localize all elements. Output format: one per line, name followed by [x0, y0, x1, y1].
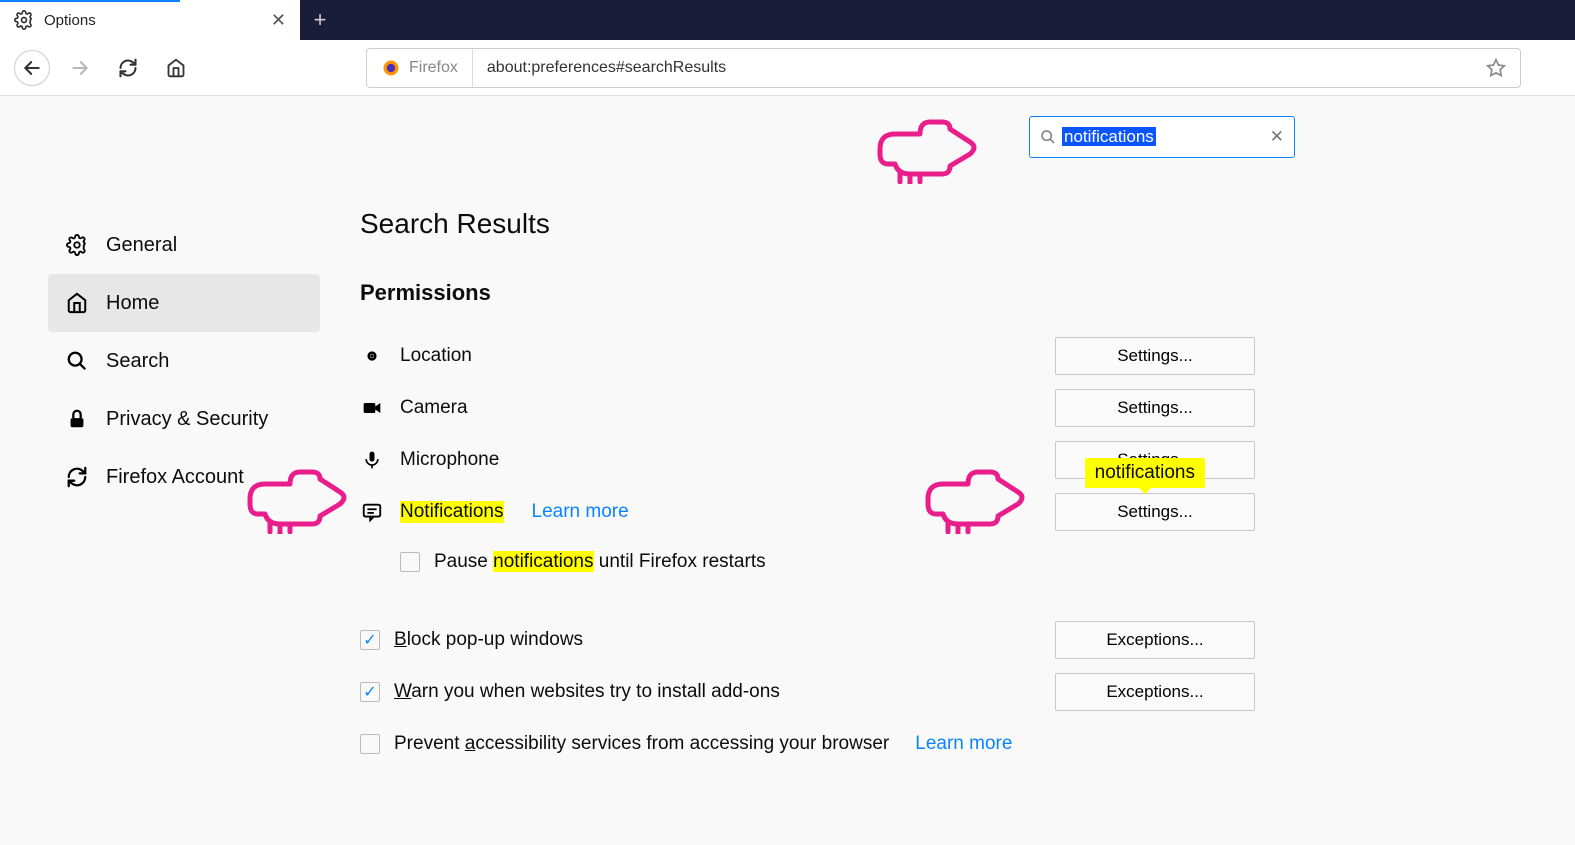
notifications-settings-button[interactable]: Settings... [1055, 493, 1255, 531]
section-permissions-heading: Permissions [360, 280, 1535, 306]
close-tab-icon[interactable]: ✕ [271, 10, 286, 31]
tab-options[interactable]: Options ✕ [0, 0, 300, 40]
block-popups-row: Block pop-up windows Exceptions... [360, 614, 1535, 666]
gear-icon [14, 10, 34, 30]
gear-icon [66, 234, 88, 256]
back-button[interactable] [14, 50, 50, 86]
location-settings-button[interactable]: Settings... [1055, 337, 1255, 375]
clear-search-icon[interactable]: ✕ [1270, 127, 1284, 147]
popup-exceptions-button[interactable]: Exceptions... [1055, 621, 1255, 659]
permission-microphone-row: Microphone Settings... [360, 434, 1535, 486]
warn-addons-label: Warn you when websites try to install ad… [394, 681, 780, 703]
preferences-sidebar: General Home Search Privacy & Security F… [0, 96, 320, 845]
new-tab-button[interactable]: + [300, 0, 340, 40]
notifications-learn-more-link[interactable]: Learn more [532, 501, 629, 523]
sidebar-item-label: Firefox Account [106, 466, 244, 489]
forward-button[interactable] [62, 50, 98, 86]
lock-icon [66, 408, 88, 430]
tab-strip: Options ✕ + [0, 0, 1575, 40]
pause-notifications-row: Pause notifications until Firefox restar… [400, 538, 1535, 586]
sidebar-item-privacy[interactable]: Privacy & Security [48, 390, 320, 448]
microphone-icon [360, 450, 384, 470]
url-text: about:preferences#searchResults [473, 59, 740, 77]
home-icon [66, 292, 88, 314]
page-title: Search Results [360, 208, 1535, 240]
permission-label: Location [400, 345, 472, 367]
url-bar[interactable]: Firefox about:preferences#searchResults [366, 48, 1521, 88]
search-hit-tooltip: notifications [1085, 458, 1205, 488]
camera-settings-button[interactable]: Settings... [1055, 389, 1255, 427]
firefox-icon [381, 58, 401, 78]
content: General Home Search Privacy & Security F… [0, 96, 1575, 845]
sidebar-item-label: Home [106, 292, 159, 315]
camera-icon [360, 398, 384, 418]
preferences-main: notifications ✕ Search Results Permissio… [320, 96, 1575, 845]
block-popups-label: Block pop-up windows [394, 629, 583, 651]
warn-addons-checkbox[interactable] [360, 682, 380, 702]
sidebar-item-home[interactable]: Home [48, 274, 320, 332]
prevent-a11y-row: Prevent accessibility services from acce… [360, 718, 1535, 770]
home-button[interactable] [158, 50, 194, 86]
sidebar-item-label: General [106, 234, 177, 257]
warn-addons-row: Warn you when websites try to install ad… [360, 666, 1535, 718]
permission-location-row: Location Settings... [360, 330, 1535, 382]
sidebar-item-account[interactable]: Firefox Account [48, 448, 320, 506]
identity-box[interactable]: Firefox [367, 49, 473, 87]
identity-label: Firefox [409, 59, 458, 77]
location-icon [360, 346, 384, 366]
sidebar-item-general[interactable]: General [48, 216, 320, 274]
chat-icon [360, 501, 384, 523]
sidebar-item-label: Search [106, 350, 169, 373]
sync-icon [66, 466, 88, 488]
search-icon [1040, 129, 1056, 145]
permission-notifications-row: Notifications Learn more Settings... not… [360, 486, 1535, 538]
search-input-selected-text: notifications [1062, 127, 1156, 146]
preferences-search-box[interactable]: notifications ✕ [1029, 116, 1295, 158]
nav-toolbar: Firefox about:preferences#searchResults [0, 40, 1575, 96]
block-popups-checkbox[interactable] [360, 630, 380, 650]
permission-label: Microphone [400, 449, 499, 471]
pause-notifications-label: Pause notifications until Firefox restar… [434, 551, 766, 573]
prevent-a11y-checkbox[interactable] [360, 734, 380, 754]
prevent-a11y-label: Prevent accessibility services from acce… [394, 733, 889, 755]
a11y-learn-more-link[interactable]: Learn more [915, 733, 1012, 755]
permission-label: Notifications [400, 501, 504, 523]
sidebar-item-label: Privacy & Security [106, 408, 268, 431]
search-icon [66, 350, 88, 372]
tab-title: Options [44, 12, 96, 29]
tab-loading-bar [0, 0, 180, 2]
bookmark-star-icon[interactable] [1472, 58, 1520, 78]
permission-label: Camera [400, 397, 468, 419]
permission-camera-row: Camera Settings... [360, 382, 1535, 434]
pause-notifications-checkbox[interactable] [400, 552, 420, 572]
reload-button[interactable] [110, 50, 146, 86]
sidebar-item-search[interactable]: Search [48, 332, 320, 390]
addons-exceptions-button[interactable]: Exceptions... [1055, 673, 1255, 711]
